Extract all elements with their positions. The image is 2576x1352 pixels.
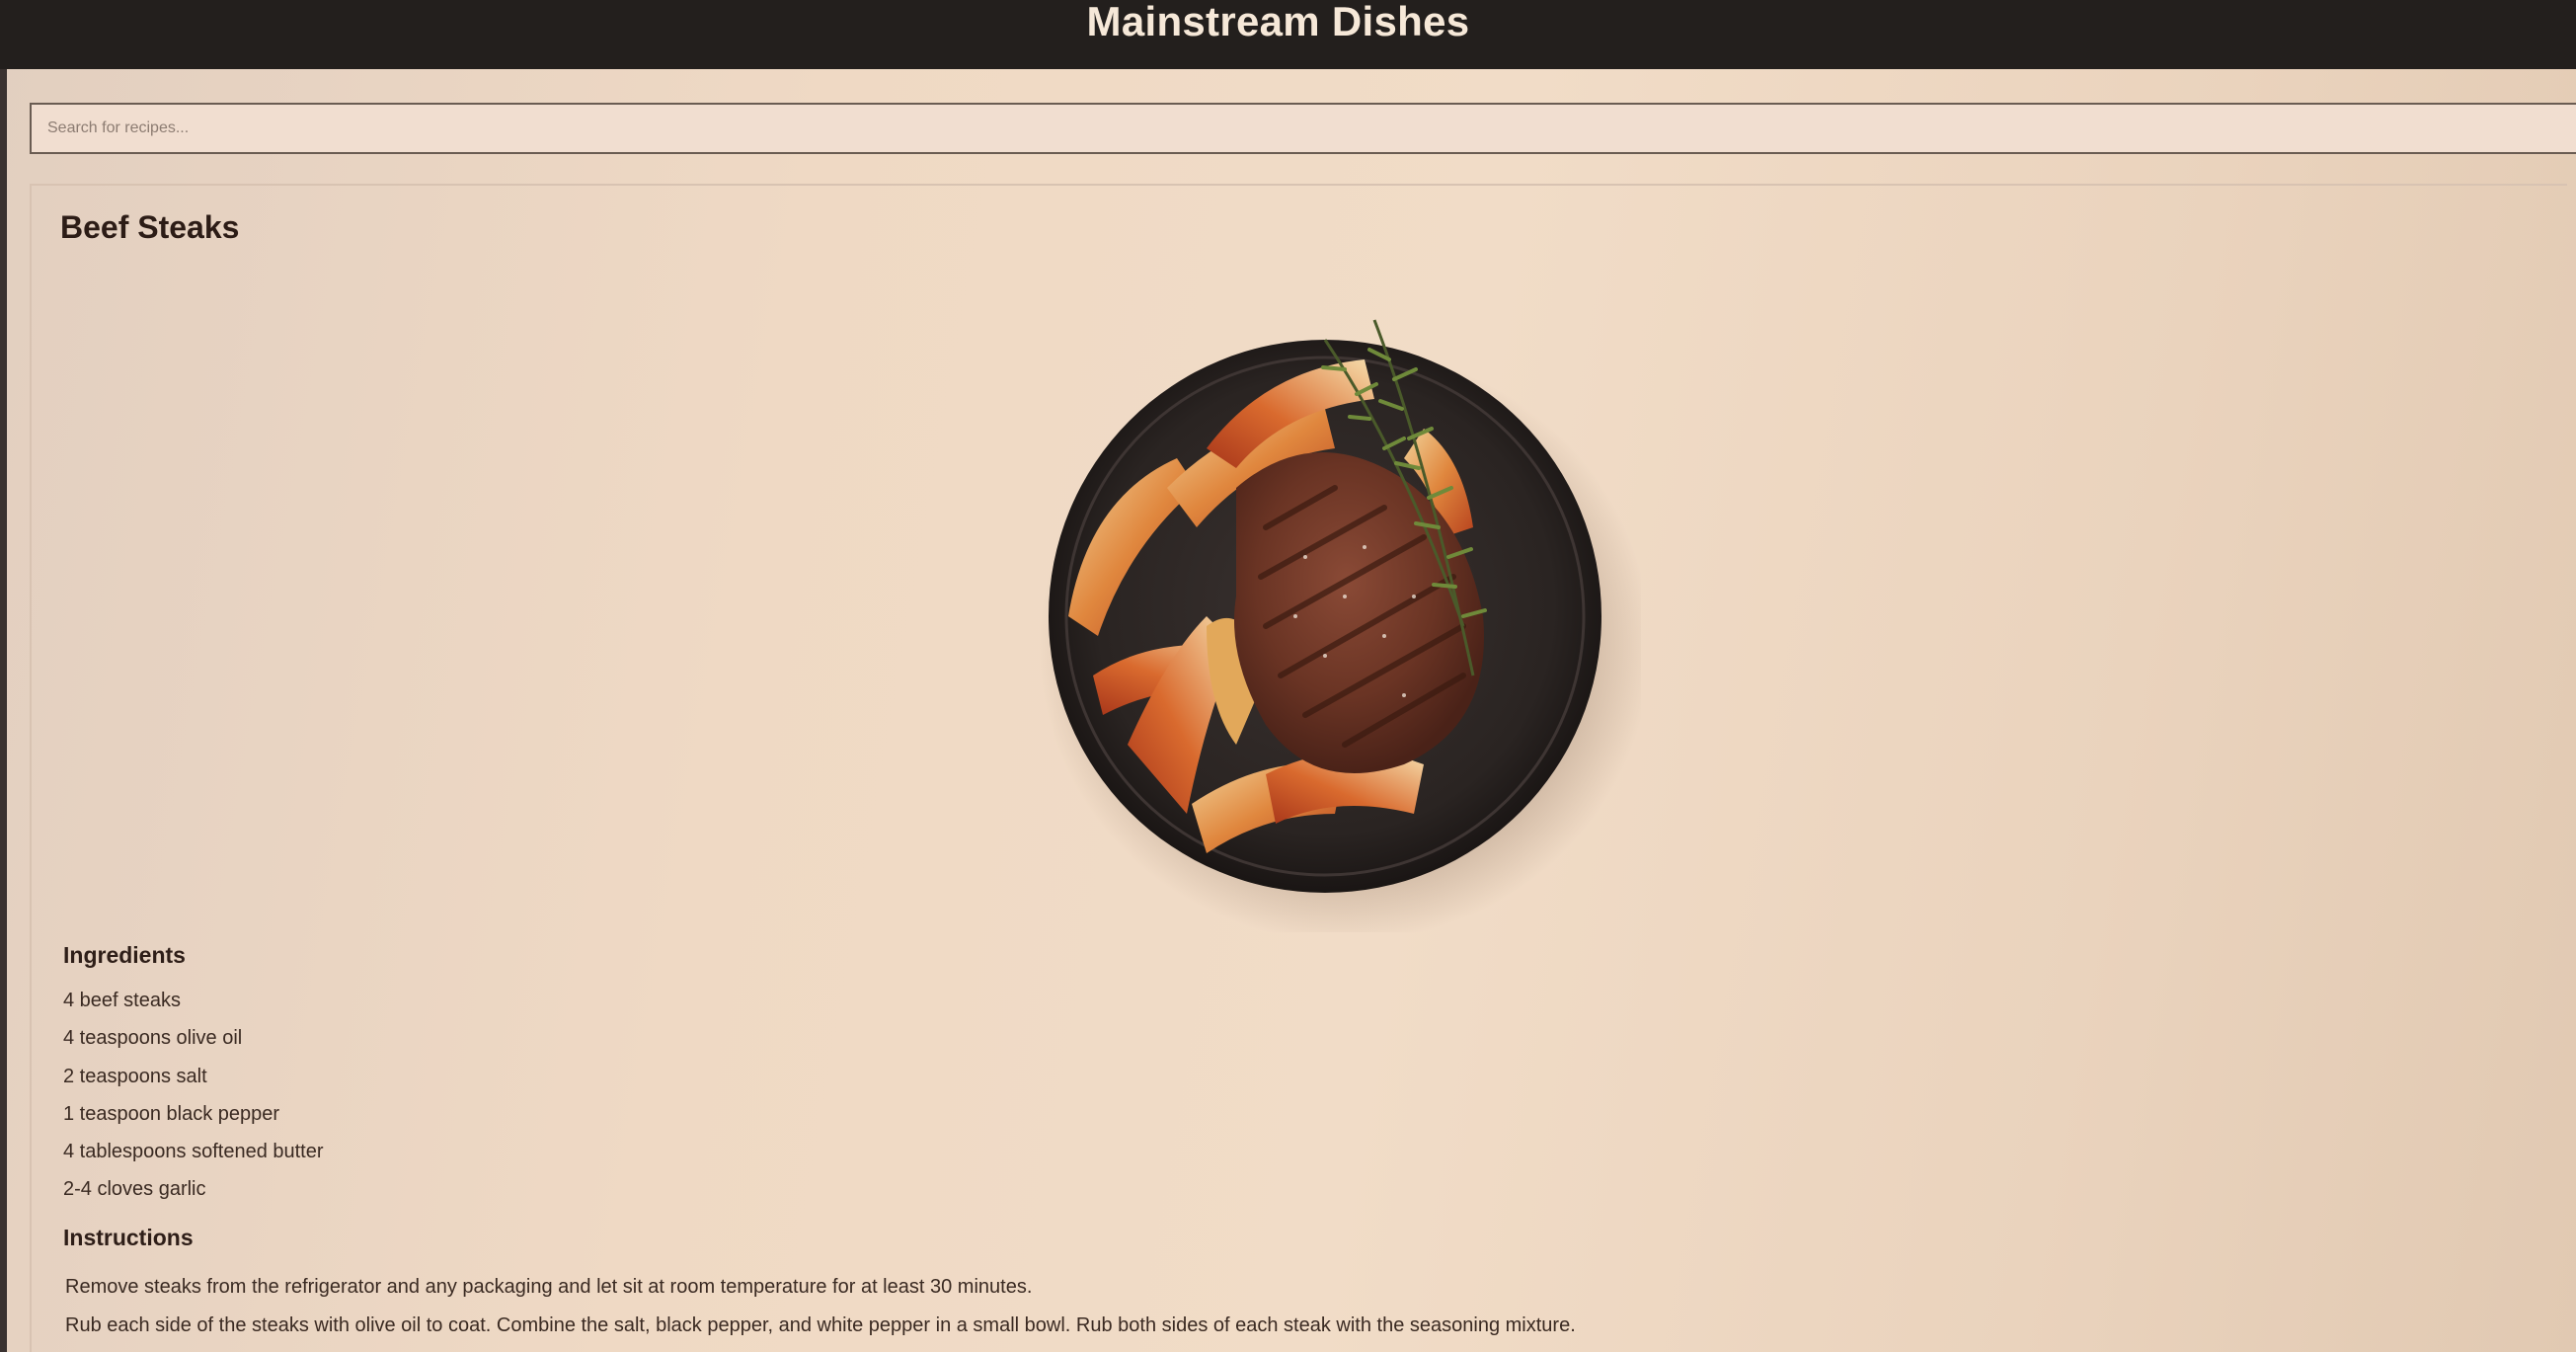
- recipe-title: Beef Steaks: [60, 209, 240, 245]
- app-screen: Mainstream Dishes Beef Steaks: [0, 0, 2576, 1352]
- recipe-image: [1039, 319, 1641, 932]
- window-edge: [0, 69, 7, 1352]
- ingredient-item: 4 beef steaks: [63, 990, 181, 1011]
- app-header: Mainstream Dishes: [0, 0, 2576, 69]
- instructions-list: Remove steaks from the refrigerator and …: [65, 1268, 2435, 1345]
- instruction-step: Rub each side of the steaks with olive o…: [65, 1314, 1576, 1336]
- search-box[interactable]: [30, 103, 2576, 154]
- instructions-heading: Instructions: [63, 1225, 194, 1250]
- app-title: Mainstream Dishes: [1086, 0, 1470, 44]
- ingredients-list: 4 beef steaks 4 teaspoons olive oil 2 te…: [63, 982, 324, 1209]
- ingredient-item: 4 tablespoons softened butter: [63, 1141, 324, 1163]
- search-input[interactable]: [32, 105, 2576, 152]
- instruction-step: Remove steaks from the refrigerator and …: [65, 1276, 1033, 1298]
- ingredients-heading: Ingredients: [63, 942, 186, 968]
- ingredient-item: 2 teaspoons salt: [63, 1065, 207, 1087]
- ingredient-item: 1 teaspoon black pepper: [63, 1102, 280, 1125]
- ingredient-item: 4 teaspoons olive oil: [63, 1027, 243, 1050]
- ingredient-item: 2-4 cloves garlic: [63, 1178, 206, 1201]
- recipe-card: Beef Steaks Ingredients 4 beef steaks 4 …: [30, 184, 2567, 1352]
